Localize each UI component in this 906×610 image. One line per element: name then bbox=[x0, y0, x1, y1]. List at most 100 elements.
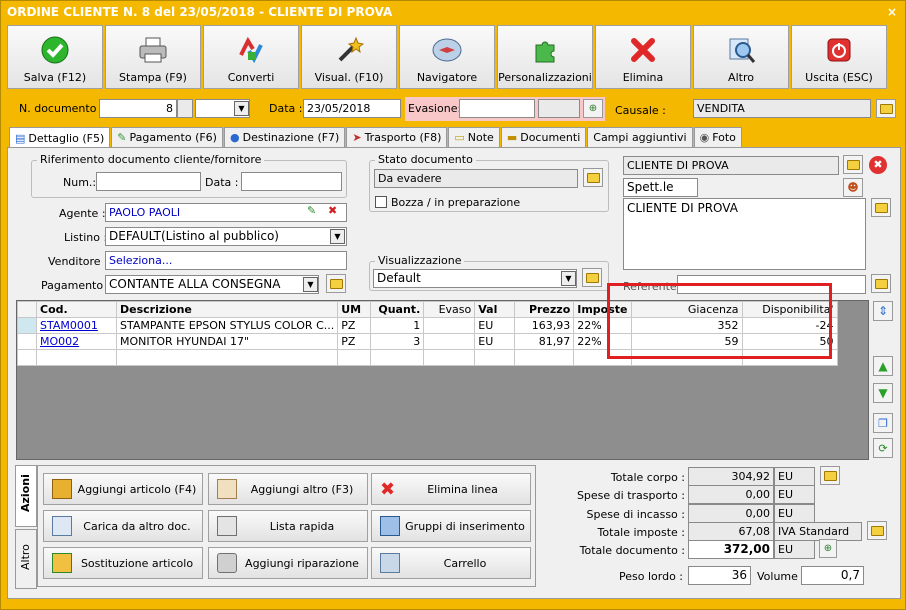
table-cell[interactable]: STAMPANTE EPSON STYLUS COLOR C... bbox=[115, 317, 339, 334]
wrench-icon bbox=[217, 553, 237, 573]
table-cell[interactable]: 81,97 bbox=[514, 333, 575, 350]
tab-foto[interactable]: ◉ Foto bbox=[693, 127, 742, 148]
tab-pagamento[interactable]: ✎ Pagamento (F6) bbox=[111, 127, 223, 148]
num-field[interactable] bbox=[96, 172, 201, 191]
column-header[interactable]: Prezzo bbox=[514, 301, 575, 318]
evasione-search-button[interactable]: ⊕ bbox=[583, 99, 603, 118]
chevron-down-icon[interactable]: ▼ bbox=[561, 271, 576, 286]
column-header[interactable]: Descrizione bbox=[115, 301, 339, 318]
tab-altro[interactable]: Altro bbox=[15, 529, 37, 589]
imposte-folder-button[interactable] bbox=[867, 521, 887, 540]
title-field[interactable]: Spett.le bbox=[623, 178, 698, 197]
replace-article-button[interactable]: Sostituzione articolo bbox=[43, 547, 203, 579]
venditore-label: Venditore : bbox=[48, 255, 108, 268]
tab-destinazione[interactable]: ● Destinazione (F7) bbox=[223, 127, 346, 148]
chevron-down-icon[interactable]: ▼ bbox=[303, 277, 318, 292]
navigator-button[interactable]: Navigatore bbox=[399, 25, 495, 89]
folder-icon bbox=[874, 202, 888, 213]
evasione-field[interactable] bbox=[459, 99, 535, 118]
table-cell[interactable] bbox=[423, 333, 476, 350]
tab-campi-aggiuntivi[interactable]: Campi aggiuntivi bbox=[587, 127, 693, 148]
stato-field[interactable]: Da evadere bbox=[374, 169, 578, 188]
pagamento-folder-button[interactable] bbox=[326, 274, 346, 293]
add-other-button[interactable]: Aggiungi altro (F3) bbox=[208, 473, 368, 505]
totale-corpo-folder-button[interactable] bbox=[820, 466, 840, 485]
edit-icon[interactable]: ✎ bbox=[307, 204, 316, 217]
chevron-down-icon[interactable]: ▼ bbox=[234, 101, 249, 116]
evasione-extra-field[interactable] bbox=[538, 99, 580, 118]
table-cell[interactable] bbox=[423, 317, 476, 334]
table-cell[interactable]: MO002 bbox=[36, 333, 117, 350]
tab-trasporto[interactable]: ➤ Trasporto (F8) bbox=[346, 127, 448, 148]
ndoc-field[interactable]: 8 bbox=[99, 99, 177, 118]
rif-date-field[interactable] bbox=[241, 172, 342, 191]
clear-icon[interactable]: ✖ bbox=[328, 204, 337, 217]
cliente-field[interactable]: CLIENTE DI PROVA bbox=[623, 156, 839, 175]
column-header[interactable]: Val bbox=[474, 301, 516, 318]
volume-field[interactable]: 0,7 bbox=[801, 566, 864, 585]
move-updown-button[interactable]: ⇕ bbox=[873, 301, 893, 321]
table-cell[interactable]: 163,93 bbox=[514, 317, 575, 334]
insert-groups-button[interactable]: Gruppi di inserimento bbox=[371, 510, 531, 542]
move-down-button[interactable]: ▼ bbox=[873, 383, 893, 403]
row-selector[interactable] bbox=[17, 333, 37, 350]
load-from-doc-button[interactable]: Carica da altro doc. bbox=[43, 510, 203, 542]
peso-lordo-field[interactable]: 36 bbox=[688, 566, 751, 585]
view-button[interactable]: Visual. (F10) bbox=[301, 25, 397, 89]
customize-button[interactable]: Personalizzazioni bbox=[497, 25, 593, 89]
bozza-checkbox[interactable] bbox=[375, 196, 387, 208]
convert-button[interactable]: Converti bbox=[203, 25, 299, 89]
copy-row-button[interactable]: ❐ bbox=[873, 413, 893, 433]
cliente-folder-button[interactable] bbox=[843, 155, 863, 174]
venditore-field[interactable]: Seleziona... bbox=[105, 251, 347, 270]
quick-list-button[interactable]: Lista rapida bbox=[208, 510, 368, 542]
refresh-button[interactable]: ⟳ bbox=[873, 438, 893, 458]
column-header[interactable]: UM bbox=[337, 301, 372, 318]
other-button[interactable]: Altro bbox=[693, 25, 789, 89]
address-folder-button[interactable] bbox=[871, 198, 891, 217]
table-cell[interactable]: EU bbox=[474, 333, 516, 350]
row-selector[interactable] bbox=[17, 317, 37, 334]
table-cell[interactable]: PZ bbox=[337, 333, 372, 350]
ndoc-suffix-button[interactable] bbox=[177, 99, 193, 118]
column-header[interactable]: Evaso bbox=[423, 301, 476, 318]
move-up-button[interactable]: ▲ bbox=[873, 356, 893, 376]
search-person-button[interactable]: ☻ bbox=[843, 178, 863, 197]
table-cell[interactable]: STAM0001 bbox=[36, 317, 117, 334]
referente-folder-button[interactable] bbox=[871, 274, 891, 293]
table-cell[interactable]: 3 bbox=[370, 333, 425, 350]
date-field[interactable]: 23/05/2018 bbox=[303, 99, 401, 118]
causale-folder-button[interactable] bbox=[876, 99, 896, 118]
folder-icon bbox=[585, 272, 599, 283]
listino-select[interactable]: DEFAULT(Listino al pubblico) bbox=[105, 227, 347, 246]
stato-folder-button[interactable] bbox=[583, 168, 603, 187]
visualizzazione-select[interactable]: Default bbox=[373, 269, 577, 288]
table-cell[interactable]: EU bbox=[474, 317, 516, 334]
table-cell[interactable]: PZ bbox=[337, 317, 372, 334]
causale-field[interactable]: VENDITA bbox=[693, 99, 871, 118]
totale-documento-label: Totale documento : bbox=[579, 544, 685, 557]
add-article-button[interactable]: Aggiungi articolo (F4) bbox=[43, 473, 203, 505]
tab-dettaglio[interactable]: ▤ Dettaglio (F5) bbox=[9, 127, 111, 149]
visualizzazione-folder-button[interactable] bbox=[582, 268, 602, 287]
tab-azioni[interactable]: Azioni bbox=[15, 465, 37, 527]
delete-line-button[interactable]: ✖ Elimina linea bbox=[371, 473, 531, 505]
print-button[interactable]: Stampa (F9) bbox=[105, 25, 201, 89]
close-window-button[interactable]: × bbox=[887, 1, 897, 23]
exit-button[interactable]: Uscita (ESC) bbox=[791, 25, 887, 89]
table-cell[interactable]: 1 bbox=[370, 317, 425, 334]
address-field[interactable]: CLIENTE DI PROVA bbox=[623, 198, 866, 270]
chevron-down-icon[interactable]: ▼ bbox=[330, 229, 345, 244]
table-cell[interactable]: MONITOR HYUNDAI 17" bbox=[115, 333, 339, 350]
remove-cliente-button[interactable]: ✖ bbox=[869, 156, 887, 174]
add-repair-button[interactable]: Aggiungi riparazione bbox=[208, 547, 368, 579]
tab-documenti[interactable]: ▬ Documenti bbox=[500, 127, 587, 148]
delete-button[interactable]: Elimina bbox=[595, 25, 691, 89]
column-header[interactable]: Cod. bbox=[36, 301, 117, 318]
totale-documento-search-button[interactable]: ⊕ bbox=[819, 539, 837, 558]
tab-note[interactable]: ▭ Note bbox=[448, 127, 500, 148]
column-header[interactable]: Quant. bbox=[370, 301, 425, 318]
cart-button[interactable]: Carrello bbox=[371, 547, 531, 579]
save-button[interactable]: Salva (F12) bbox=[7, 25, 103, 89]
pagamento-select[interactable]: CONTANTE ALLA CONSEGNA bbox=[105, 275, 319, 294]
